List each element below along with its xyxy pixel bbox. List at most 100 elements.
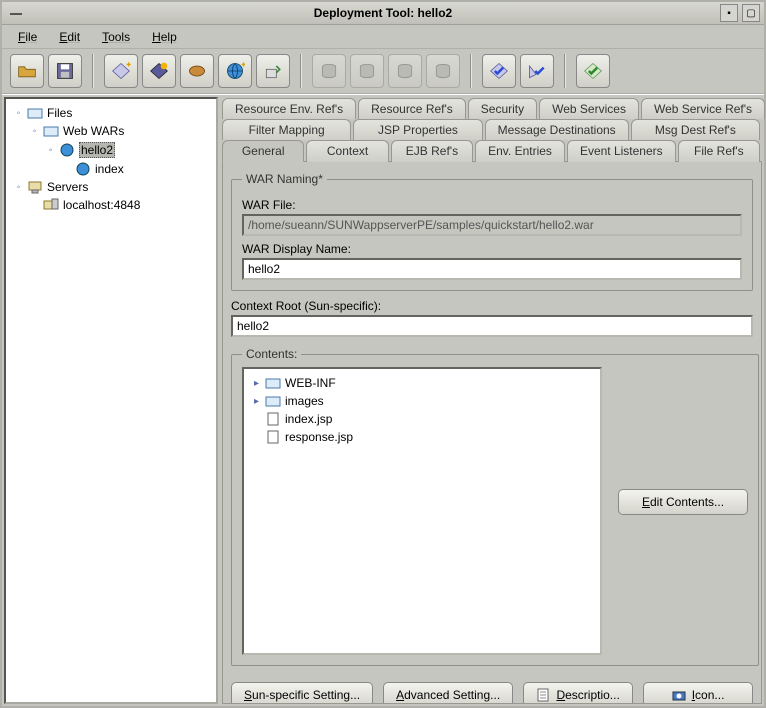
tab-row-2: Filter Mapping JSP Properties Message De…: [222, 118, 762, 139]
expand-icon[interactable]: ◦: [14, 183, 23, 192]
globe-icon: [75, 162, 91, 176]
tree-label: hello2: [79, 142, 115, 158]
tab-filter-mapping[interactable]: Filter Mapping: [222, 119, 351, 140]
tree-label: WEB-INF: [285, 376, 336, 390]
context-root-field[interactable]: [231, 315, 753, 337]
war-naming-group: WAR Naming* WAR File: WAR Display Name:: [231, 172, 753, 291]
tree-label: index: [95, 162, 124, 176]
contents-indexjsp[interactable]: ▸ index.jsp: [250, 411, 596, 427]
editor-panel: Resource Env. Ref's Resource Ref's Secur…: [222, 97, 762, 704]
contents-webinf[interactable]: ▸ WEB-INF: [250, 375, 596, 391]
save-button[interactable]: [48, 54, 82, 88]
tab-general[interactable]: General: [222, 140, 304, 162]
camera-icon: [672, 688, 686, 702]
menu-tools[interactable]: Tools: [92, 28, 140, 46]
menubar: File Edit Tools Help: [2, 25, 764, 49]
folder-icon: [27, 106, 43, 120]
button-label: Advanced Setting...: [396, 688, 500, 702]
tab-context[interactable]: Context: [306, 140, 388, 162]
tab-security[interactable]: Security: [468, 98, 537, 119]
tab-jsp-properties[interactable]: JSP Properties: [353, 119, 482, 140]
tree-files[interactable]: ◦ Files: [12, 105, 212, 121]
war-naming-legend: WAR Naming*: [242, 172, 327, 186]
contents-group: Contents: ▸ WEB-INF: [231, 347, 759, 666]
app-window: Deployment Tool: hello2 ▪ ▢ File Edit To…: [0, 0, 766, 708]
tree-localhost[interactable]: ◦ localhost:4848: [28, 197, 212, 213]
navigator-tree[interactable]: ◦ Files ◦ Web WARs: [4, 97, 218, 704]
menu-edit[interactable]: Edit: [49, 28, 90, 46]
new-web-button[interactable]: ✦: [218, 54, 252, 88]
contents-images[interactable]: ▸ images: [250, 393, 596, 409]
sun-specific-settings-button[interactable]: Sun-specific Setting...: [231, 682, 373, 704]
tree-index[interactable]: ◦ index: [60, 161, 212, 177]
icon-button[interactable]: Icon...: [643, 682, 753, 704]
tree-label: response.jsp: [285, 430, 353, 444]
server-icon: [27, 180, 43, 194]
tab-event-listeners[interactable]: Event Listeners: [567, 140, 676, 162]
tree-label: Servers: [47, 180, 88, 194]
db-button-2: [350, 54, 384, 88]
expand-icon[interactable]: ▸: [252, 397, 261, 406]
tree-label: localhost:4848: [63, 198, 140, 212]
contents-legend: Contents:: [242, 347, 301, 361]
button-label: Descriptio...: [556, 688, 619, 702]
button-label: Edit Contents...: [642, 495, 724, 509]
verify-blue-button-1[interactable]: [482, 54, 516, 88]
toolbar: ✦ ✦: [2, 49, 764, 95]
tab-resource-env-refs[interactable]: Resource Env. Ref's: [222, 98, 356, 119]
war-display-name-label: WAR Display Name:: [242, 242, 742, 256]
war-display-name-field[interactable]: [242, 258, 742, 280]
document-icon: [536, 688, 550, 702]
tab-row-1: Resource Env. Ref's Resource Ref's Secur…: [222, 97, 762, 118]
tab-ejb-refs[interactable]: EJB Ref's: [391, 140, 473, 162]
context-root-label: Context Root (Sun-specific):: [231, 299, 753, 313]
expand-icon[interactable]: ◦: [30, 127, 39, 136]
expand-icon[interactable]: ◦: [14, 109, 23, 118]
minimize-button[interactable]: ▪: [720, 4, 738, 22]
new-sun-button[interactable]: [142, 54, 176, 88]
menu-help[interactable]: Help: [142, 28, 187, 46]
file-icon: [265, 412, 281, 426]
edit-contents-button[interactable]: Edit Contents...: [618, 489, 748, 515]
tab-msg-dest-refs[interactable]: Msg Dest Ref's: [631, 119, 760, 140]
verify-green-button[interactable]: [576, 54, 610, 88]
tree-label: Files: [47, 106, 72, 120]
advanced-settings-button[interactable]: Advanced Setting...: [383, 682, 513, 704]
description-button[interactable]: Descriptio...: [523, 682, 633, 704]
maximize-button[interactable]: ▢: [742, 4, 760, 22]
svg-text:✦: ✦: [125, 61, 131, 70]
menu-file[interactable]: File: [8, 28, 47, 46]
tab-env-entries[interactable]: Env. Entries: [475, 140, 565, 162]
war-file-field: [242, 214, 742, 236]
folder-icon: [43, 124, 59, 138]
tab-message-destinations[interactable]: Message Destinations: [485, 119, 629, 140]
tab-general-body: WAR Naming* WAR File: WAR Display Name: …: [222, 161, 762, 704]
open-button[interactable]: [10, 54, 44, 88]
tab-file-refs[interactable]: File Ref's: [678, 140, 760, 162]
tree-label: Web WARs: [63, 124, 124, 138]
contents-tree[interactable]: ▸ WEB-INF ▸ images: [242, 367, 602, 655]
button-label: Icon...: [692, 688, 725, 702]
db-button-3: [388, 54, 422, 88]
bean-button[interactable]: [180, 54, 214, 88]
window-title: Deployment Tool: hello2: [314, 6, 452, 20]
file-icon: [265, 430, 281, 444]
expand-icon[interactable]: ◦: [46, 146, 55, 155]
retrieve-button[interactable]: [256, 54, 290, 88]
svg-text:✦: ✦: [240, 61, 245, 70]
folder-icon: [265, 394, 281, 408]
titlebar-menu-icon[interactable]: [10, 13, 22, 15]
db-button-1: [312, 54, 346, 88]
tab-web-service-refs[interactable]: Web Service Ref's: [641, 98, 765, 119]
tree-hello2[interactable]: ◦ hello2: [44, 141, 212, 159]
tab-web-services[interactable]: Web Services: [539, 98, 639, 119]
new-simple-button[interactable]: ✦: [104, 54, 138, 88]
tree-servers[interactable]: ◦ Servers: [12, 179, 212, 195]
tree-webwars[interactable]: ◦ Web WARs: [28, 123, 212, 139]
tree-label: index.jsp: [285, 412, 332, 426]
tab-resource-refs[interactable]: Resource Ref's: [358, 98, 466, 119]
war-file-label: WAR File:: [242, 198, 742, 212]
contents-responsejsp[interactable]: ▸ response.jsp: [250, 429, 596, 445]
verify-blue-button-2[interactable]: [520, 54, 554, 88]
expand-icon[interactable]: ▸: [252, 379, 261, 388]
